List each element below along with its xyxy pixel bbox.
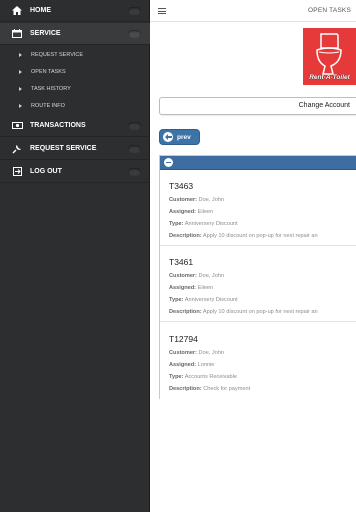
task-list-panel: T3463 Customer: Doe, John Assigned: Eile…: [159, 155, 356, 399]
expand-toggle[interactable]: [128, 122, 141, 130]
expand-toggle[interactable]: [128, 7, 141, 15]
field-value: Accounts Receivable: [184, 374, 238, 380]
field-value: Eileen: [197, 285, 214, 291]
field-value: Anniversery Discount: [184, 297, 238, 303]
hamburger-menu-icon[interactable]: [158, 8, 166, 14]
expand-toggle[interactable]: [128, 145, 141, 153]
task-description: Description: Apply 10 discount on pop-up…: [169, 233, 318, 239]
sidebar-item-label: HOME: [30, 7, 51, 14]
field-label: Type:: [169, 221, 184, 227]
plunger-icon: [10, 144, 24, 154]
arrow-left-icon: [163, 132, 173, 142]
sidebar-item-service[interactable]: SERVICE: [0, 23, 150, 45]
field-label: Description:: [169, 386, 202, 392]
logout-icon: [10, 167, 24, 177]
sidebar-subitem-label: TASK HISTORY: [31, 85, 71, 92]
sidebar-subitem-label: REQUEST SERVICE: [31, 51, 84, 58]
sidebar-item-log-out[interactable]: LOG OUT: [0, 161, 150, 183]
sidebar-item-label: TRANSACTIONS: [30, 122, 86, 129]
task-id: T12794: [169, 334, 198, 344]
sidebar-item-label: REQUEST SERVICE: [30, 145, 97, 152]
task-description: Description: Check for payment: [169, 386, 250, 392]
field-label: Assigned:: [169, 362, 197, 368]
page-title: OPEN TASKS: [308, 7, 351, 14]
panel-header: [160, 156, 356, 170]
task-id: T3461: [169, 257, 194, 267]
task-item[interactable]: T3461 Customer: Doe, John Assigned: Eile…: [160, 247, 356, 322]
field-label: Assigned:: [169, 209, 197, 215]
sidebar-item-label: LOG OUT: [30, 168, 62, 175]
sidebar-item-label: SERVICE: [30, 30, 61, 37]
task-id: T3463: [169, 181, 194, 191]
sidebar-subitem-route-info[interactable]: ROUTE INFO: [0, 97, 150, 114]
task-item[interactable]: T3463 Customer: Doe, John Assigned: Eile…: [160, 171, 356, 246]
task-type: Type: Accounts Receivable: [169, 374, 237, 380]
change-account-button[interactable]: Change Account: [159, 97, 356, 115]
money-icon: [10, 121, 24, 131]
field-label: Customer:: [169, 350, 197, 356]
field-label: Assigned:: [169, 285, 197, 291]
calendar-icon: [10, 29, 24, 39]
home-icon: [10, 6, 24, 16]
bullet-icon: [19, 103, 22, 108]
change-account-label: Change Account: [298, 102, 350, 109]
field-label: Customer:: [169, 197, 197, 203]
sidebar: HOME SERVICE REQUEST SERVICE OPEN TASKS …: [0, 0, 150, 512]
field-value: Anniversery Discount: [184, 221, 238, 227]
task-type: Type: Anniversery Discount: [169, 297, 238, 303]
task-customer: Customer: Doe, John: [169, 350, 224, 356]
bullet-icon: [19, 86, 22, 91]
sidebar-subitem-request-service[interactable]: REQUEST SERVICE: [0, 46, 150, 63]
sidebar-item-request-service[interactable]: REQUEST SERVICE: [0, 138, 150, 160]
task-assigned: Assigned: Lonnie: [169, 362, 214, 368]
field-value: Doe, John: [198, 197, 225, 203]
field-value: Doe, John: [198, 273, 225, 279]
task-type: Type: Anniversery Discount: [169, 221, 238, 227]
field-label: Description:: [169, 233, 202, 239]
field-label: Description:: [169, 309, 202, 315]
prev-button[interactable]: prev: [159, 129, 200, 145]
expand-toggle[interactable]: [128, 168, 141, 176]
field-label: Customer:: [169, 273, 197, 279]
field-value: Doe, John: [198, 350, 225, 356]
bullet-icon: [19, 69, 22, 74]
expand-toggle[interactable]: [128, 30, 141, 38]
sidebar-subitem-open-tasks[interactable]: OPEN TASKS: [0, 63, 150, 80]
field-label: Type:: [169, 297, 184, 303]
collapse-minus-icon[interactable]: [164, 158, 173, 167]
field-label: Type:: [169, 374, 184, 380]
sidebar-subitem-label: OPEN TASKS: [31, 68, 66, 75]
task-customer: Customer: Doe, John: [169, 273, 224, 279]
field-value: Check for payment: [203, 386, 251, 392]
prev-label: prev: [177, 133, 191, 141]
bullet-icon: [19, 52, 22, 57]
brand-logo: Rent-A-Toilet: [303, 28, 356, 85]
task-assigned: Assigned: Eileen: [169, 209, 213, 215]
task-assigned: Assigned: Eileen: [169, 285, 213, 291]
task-customer: Customer: Doe, John: [169, 197, 224, 203]
sidebar-item-transactions[interactable]: TRANSACTIONS: [0, 115, 150, 137]
task-description: Description: Apply 10 discount on pop-up…: [169, 309, 318, 315]
field-value: Apply 10 discount on pop-up for next rep…: [202, 233, 318, 239]
sidebar-subitem-task-history[interactable]: TASK HISTORY: [0, 80, 150, 97]
sidebar-item-home[interactable]: HOME: [0, 0, 150, 22]
top-bar: OPEN TASKS: [150, 0, 356, 22]
task-item[interactable]: T12794 Customer: Doe, John Assigned: Lon…: [160, 324, 356, 399]
field-value: Eileen: [197, 209, 214, 215]
sidebar-subitem-label: ROUTE INFO: [31, 102, 65, 109]
logo-text: Rent-A-Toilet: [309, 74, 350, 81]
field-value: Lonnie: [197, 362, 215, 368]
field-value: Apply 10 discount on pop-up for next rep…: [202, 309, 318, 315]
